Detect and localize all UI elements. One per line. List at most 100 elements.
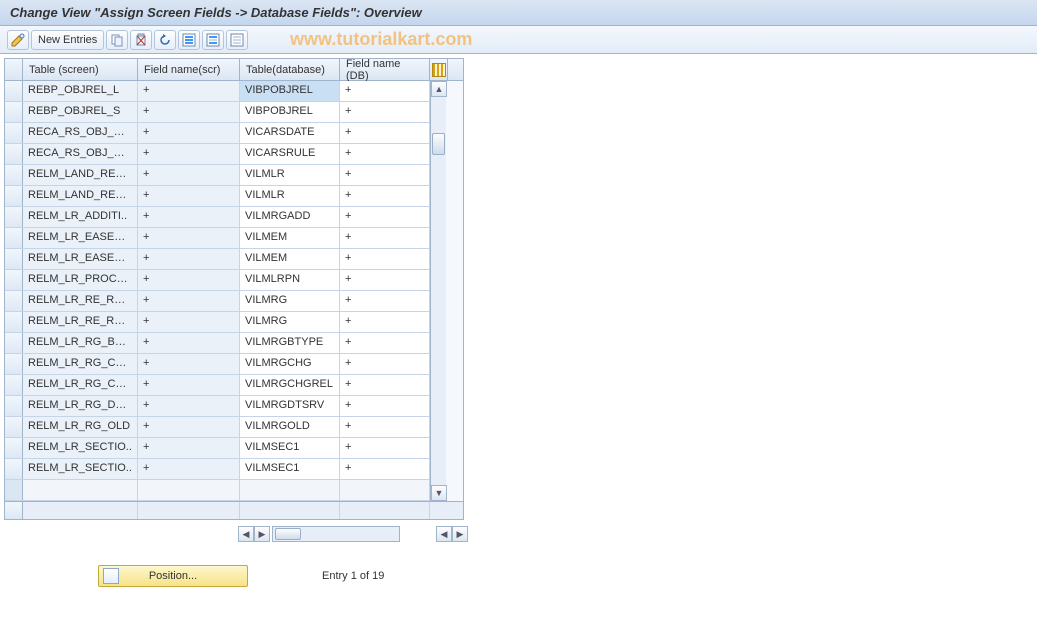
cell-field-db[interactable]: + <box>340 417 430 437</box>
cell-table-db[interactable]: VILMLR <box>240 186 340 206</box>
cell-field-scr[interactable]: + <box>138 459 240 479</box>
scroll-left-icon[interactable]: ◀ <box>238 526 254 542</box>
cell-table-screen[interactable]: RELM_LR_RG_CHA.. <box>23 375 138 395</box>
cell-table-screen[interactable]: RELM_LR_PROCES.. <box>23 270 138 290</box>
cell-table-db[interactable]: VILMEM <box>240 249 340 269</box>
row-selector[interactable] <box>5 333 23 353</box>
row-selector[interactable] <box>5 186 23 206</box>
cell-field-db[interactable]: + <box>340 375 430 395</box>
deselect-all-button[interactable] <box>226 30 248 50</box>
cell-table-screen[interactable]: RELM_LR_ADDITI.. <box>23 207 138 227</box>
cell-field-db[interactable]: + <box>340 186 430 206</box>
cell-table-screen[interactable]: RELM_LR_RE_REG.. <box>23 312 138 332</box>
cell-field-db[interactable]: + <box>340 123 430 143</box>
cell-field-scr[interactable]: + <box>138 207 240 227</box>
scroll-down-icon[interactable]: ▼ <box>431 485 447 501</box>
cell-table-screen[interactable]: RELM_LR_SECTIO.. <box>23 438 138 458</box>
cell-table-db[interactable]: VICARSDATE <box>240 123 340 143</box>
hscroll-track[interactable] <box>272 526 400 542</box>
row-selector[interactable] <box>5 165 23 185</box>
cell-field-db[interactable]: + <box>340 270 430 290</box>
row-selector[interactable] <box>5 417 23 437</box>
cell-table-screen[interactable]: RELM_LR_RG_OLD <box>23 417 138 437</box>
cell-field-db[interactable]: + <box>340 228 430 248</box>
column-header-field-scr[interactable]: Field name(scr) <box>138 59 240 80</box>
row-selector[interactable] <box>5 396 23 416</box>
cell-field-scr[interactable]: + <box>138 375 240 395</box>
cell-field-scr[interactable]: + <box>138 228 240 248</box>
table-settings-button[interactable] <box>430 59 448 80</box>
cell-field-db[interactable]: + <box>340 459 430 479</box>
cell-field-scr[interactable]: + <box>138 123 240 143</box>
delete-button[interactable] <box>130 30 152 50</box>
cell-field-db[interactable]: + <box>340 249 430 269</box>
row-selector[interactable] <box>5 123 23 143</box>
undo-button[interactable] <box>154 30 176 50</box>
scroll-first-icon[interactable]: ◀ <box>436 526 452 542</box>
cell-field-db[interactable]: + <box>340 291 430 311</box>
row-selector[interactable] <box>5 270 23 290</box>
cell-table-screen[interactable]: RELM_LR_EASEME.. <box>23 228 138 248</box>
cell-table-screen[interactable]: RECA_RS_OBJ_RU.. <box>23 144 138 164</box>
cell-field-db[interactable]: + <box>340 165 430 185</box>
cell-field-scr[interactable]: + <box>138 144 240 164</box>
row-selector[interactable] <box>5 375 23 395</box>
scroll-right-icon[interactable]: ▶ <box>254 526 270 542</box>
cell-table-db[interactable]: VILMRG <box>240 312 340 332</box>
row-selector[interactable] <box>5 144 23 164</box>
row-selector-header[interactable] <box>5 59 23 80</box>
cell-table-db[interactable]: VILMRGDTSRV <box>240 396 340 416</box>
cell-field-scr[interactable]: + <box>138 312 240 332</box>
scroll-track[interactable] <box>431 97 446 485</box>
row-selector[interactable] <box>5 291 23 311</box>
cell-table-screen[interactable]: RELM_LAND_REGI.. <box>23 165 138 185</box>
cell-table-screen[interactable]: REBP_OBJREL_S <box>23 102 138 122</box>
select-all-button[interactable] <box>178 30 200 50</box>
row-selector[interactable] <box>5 228 23 248</box>
cell-table-db[interactable]: VILMSEC1 <box>240 438 340 458</box>
cell-field-scr[interactable]: + <box>138 417 240 437</box>
cell-table-screen[interactable]: RELM_LR_RG_BUS.. <box>23 333 138 353</box>
cell-table-db[interactable]: VILMRG <box>240 291 340 311</box>
cell-table-db[interactable]: VILMSEC1 <box>240 459 340 479</box>
column-header-table-db[interactable]: Table(database) <box>240 59 340 80</box>
cell-field-db[interactable]: + <box>340 312 430 332</box>
row-selector[interactable] <box>5 438 23 458</box>
cell-field-db[interactable]: + <box>340 396 430 416</box>
column-header-field-db[interactable]: Field name (DB) <box>340 59 430 80</box>
cell-table-screen[interactable]: RELM_LR_RG_DT_.. <box>23 396 138 416</box>
cell-field-scr[interactable]: + <box>138 102 240 122</box>
cell-table-db[interactable]: VILMRGCHG <box>240 354 340 374</box>
row-selector[interactable] <box>5 459 23 479</box>
cell-table-screen[interactable]: RECA_RS_OBJ_DA.. <box>23 123 138 143</box>
cell-field-db[interactable]: + <box>340 354 430 374</box>
toggle-display-change-button[interactable] <box>7 30 29 50</box>
cell-table-db[interactable]: VILMEM <box>240 228 340 248</box>
cell-field-scr[interactable]: + <box>138 165 240 185</box>
cell-table-db[interactable]: VIBPOBJREL <box>240 81 340 101</box>
cell-field-scr[interactable]: + <box>138 333 240 353</box>
cell-table-db[interactable]: VILMRGOLD <box>240 417 340 437</box>
cell-field-scr[interactable]: + <box>138 81 240 101</box>
cell-table-screen[interactable]: RELM_LR_RG_CHA.. <box>23 354 138 374</box>
cell-field-scr[interactable]: + <box>138 291 240 311</box>
scroll-up-icon[interactable]: ▲ <box>431 81 447 97</box>
cell-field-scr[interactable]: + <box>138 270 240 290</box>
cell-field-db[interactable]: + <box>340 102 430 122</box>
row-selector[interactable] <box>5 480 23 500</box>
cell-table-screen[interactable]: RELM_LR_SECTIO.. <box>23 459 138 479</box>
cell-field-db[interactable]: + <box>340 333 430 353</box>
position-button[interactable]: Position... <box>98 565 248 587</box>
row-selector[interactable] <box>5 81 23 101</box>
scroll-thumb[interactable] <box>432 133 445 155</box>
select-block-button[interactable] <box>202 30 224 50</box>
cell-table-db[interactable]: VILMLRPN <box>240 270 340 290</box>
cell-field-scr[interactable]: + <box>138 186 240 206</box>
cell-table-db[interactable]: VILMRGCHGREL <box>240 375 340 395</box>
cell-field-scr[interactable]: + <box>138 249 240 269</box>
cell-table-screen[interactable]: RELM_LAND_REGI.. <box>23 186 138 206</box>
cell-table-screen[interactable]: RELM_LR_RE_REG.. <box>23 291 138 311</box>
cell-table-db[interactable]: VIBPOBJREL <box>240 102 340 122</box>
cell-table-db[interactable]: VILMLR <box>240 165 340 185</box>
cell-table-screen[interactable]: REBP_OBJREL_L <box>23 81 138 101</box>
